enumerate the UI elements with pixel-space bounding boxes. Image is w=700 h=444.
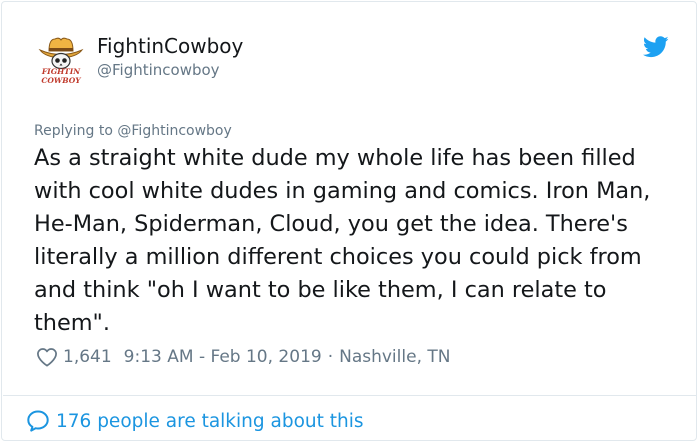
twitter-bird-icon[interactable] xyxy=(643,36,669,58)
talking-about-text[interactable]: 176 people are talking about this xyxy=(56,411,364,432)
replying-to-prefix: Replying to xyxy=(34,123,113,139)
like-count[interactable]: 1,641 xyxy=(63,347,112,367)
divider xyxy=(3,395,697,396)
speech-bubble-icon xyxy=(27,410,49,432)
avatar-logo-text-top: FIGHTIN xyxy=(41,67,81,76)
author-display-name[interactable]: FightinCowboy xyxy=(97,34,243,58)
timestamp[interactable]: 9:13 AM - Feb 10, 2019 xyxy=(124,347,322,367)
heart-icon[interactable] xyxy=(36,347,58,367)
replying-to: Replying to @Fightincowboy xyxy=(34,122,232,140)
tweet-card: FIGHTIN COWBOY FightinCowboy @Fightincow… xyxy=(1,1,697,441)
tweet-text: As a straight white dude my whole life h… xyxy=(34,145,651,336)
talking-about-link[interactable]: 176 people are talking about this xyxy=(26,407,364,435)
location[interactable]: Nashville, TN xyxy=(339,347,450,367)
tweet-meta: 1,641 9:13 AM - Feb 10, 2019 · Nashville… xyxy=(36,344,450,370)
replying-to-handle[interactable]: @Fightincowboy xyxy=(117,123,231,139)
avatar[interactable]: FIGHTIN COWBOY xyxy=(37,33,85,85)
meta-separator: · xyxy=(327,347,334,367)
author-handle[interactable]: @Fightincowboy xyxy=(97,60,220,80)
avatar-logo-text-bottom: COWBOY xyxy=(41,76,81,85)
